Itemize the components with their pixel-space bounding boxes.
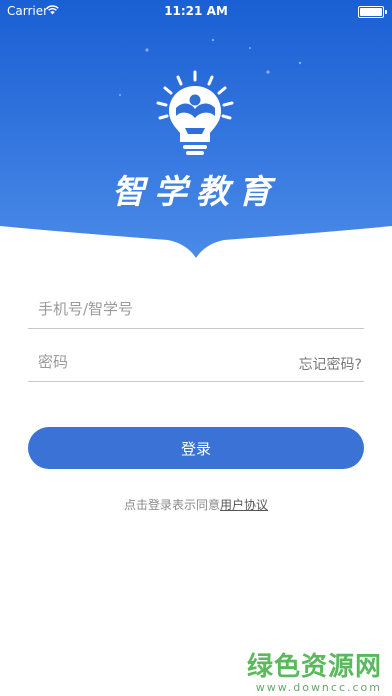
password-field: 忘记密码? [28, 345, 364, 382]
battery-icon [358, 6, 387, 18]
user-agreement-link[interactable]: 用户协议 [220, 498, 268, 512]
brand-title: 智学教育 [112, 172, 280, 211]
watermark-url: www.downcc.com [255, 681, 382, 694]
password-input[interactable] [38, 345, 278, 379]
agreement-notice: 点击登录表示同意用户协议 [0, 496, 392, 513]
agreement-prefix: 点击登录表示同意 [123, 498, 220, 512]
status-bar: Carrier 11:21 AM [0, 0, 392, 22]
watermark-title: 绿色资源网 [246, 652, 382, 682]
login-button[interactable]: 登录 [28, 427, 364, 469]
header-banner: Carrier 11:21 AM 智学教育 [0, 0, 392, 262]
forgot-password-link[interactable]: 忘记密码? [299, 354, 362, 374]
watermark: 绿色资源网 www.downcc.com [247, 646, 382, 694]
phone-field [28, 292, 364, 329]
lightbulb-reading-icon [156, 70, 234, 155]
status-time: 11:21 AM [164, 4, 228, 18]
phone-input[interactable] [38, 292, 278, 326]
